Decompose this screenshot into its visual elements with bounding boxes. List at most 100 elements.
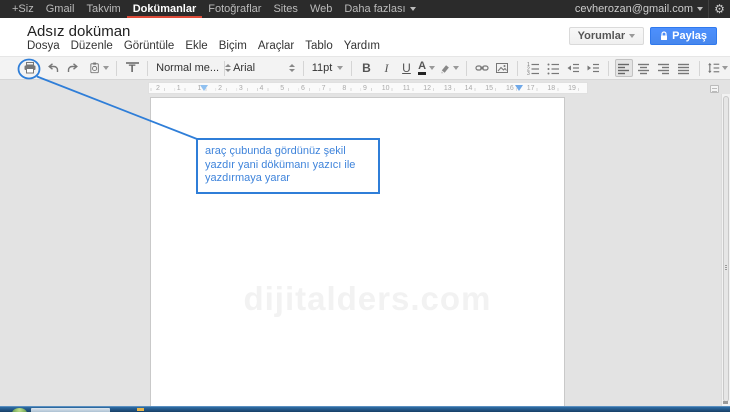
document-title[interactable]: Adsız doküman (27, 23, 130, 40)
ruler-number: 5 (278, 84, 286, 93)
watermark-text: dijitalders.com (243, 280, 491, 318)
ruler-number: 13 (442, 84, 454, 93)
topnav-item-foto-raflar[interactable]: Fotoğraflar (202, 0, 267, 18)
justify-button[interactable] (675, 59, 693, 77)
numbered-list-icon: 123 (526, 61, 540, 75)
insert-image-button[interactable] (493, 59, 511, 77)
vertical-scrollbar[interactable] (721, 94, 730, 406)
text-color-icon: A (418, 62, 426, 75)
taskbar-folder-icon[interactable] (137, 408, 144, 411)
ruler-number: 6 (299, 84, 307, 93)
comments-button[interactable]: Yorumlar (569, 27, 644, 45)
italic-button[interactable]: I (377, 59, 395, 77)
topnav-item-sites[interactable]: Sites (267, 0, 303, 18)
text-color-button[interactable]: A (417, 59, 435, 77)
topnav-item-dok-manlar[interactable]: Dokümanlar (127, 0, 203, 18)
font-size-dropdown[interactable]: 11pt (309, 59, 346, 77)
account-email[interactable]: cevherozan@gmail.com (575, 3, 708, 15)
bold-button[interactable]: B (357, 59, 375, 77)
align-left-button[interactable] (615, 59, 633, 77)
bulleted-list-button[interactable] (544, 59, 562, 77)
gear-icon: ⚙ (714, 3, 725, 15)
updown-icon (289, 64, 295, 72)
ruler-number: 18 (545, 84, 557, 93)
header-buttons: Yorumlar Paylaş (569, 27, 717, 45)
paint-format-button[interactable]: T (123, 59, 141, 77)
underline-button[interactable]: U (397, 59, 415, 77)
taskbar-window-button[interactable] (31, 408, 110, 412)
menu-ekle[interactable]: Ekle (185, 40, 207, 52)
web-clipboard-icon (88, 61, 101, 75)
chevron-down-icon (337, 66, 343, 70)
highlight-color-icon (439, 62, 451, 75)
ruler-number: 7 (320, 84, 328, 93)
ruler-number: 10 (380, 84, 392, 93)
menu-ara-lar[interactable]: Araçlar (258, 40, 294, 52)
insert-link-button[interactable] (473, 59, 491, 77)
highlight-color-button[interactable] (438, 59, 460, 77)
decrease-indent-button[interactable] (564, 59, 582, 77)
menu-bi-im[interactable]: Biçim (219, 40, 247, 52)
toolbar-separator (116, 61, 117, 76)
menu-g-r-nt-le[interactable]: Görüntüle (124, 40, 175, 52)
bold-icon: B (362, 61, 371, 75)
justify-icon (677, 62, 690, 75)
doc-header: Adsız doküman Dosya Düzenle Görüntüle Ekle B… (0, 18, 730, 56)
share-button[interactable]: Paylaş (650, 27, 717, 45)
topnav-item-gmail[interactable]: Gmail (40, 0, 81, 18)
ruler-number: 2 (216, 84, 224, 93)
horizontal-ruler: 2112345678910111213141516171819 (148, 82, 588, 94)
scrollbar-end-cap (723, 401, 728, 404)
ruler-number: 14 (463, 84, 475, 93)
chevron-down-icon (103, 66, 109, 70)
align-center-button[interactable] (635, 59, 653, 77)
topnav: +SizGmailTakvimDokümanlarFotoğraflarSite… (0, 0, 422, 18)
topnav-item-daha-fazlas-[interactable]: Daha fazlası (338, 0, 421, 18)
align-right-button[interactable] (655, 59, 673, 77)
numbered-list-button[interactable]: 123 (524, 59, 542, 77)
undo-button[interactable] (44, 59, 62, 77)
print-button[interactable] (21, 59, 39, 77)
menu-tablo[interactable]: Tablo (305, 40, 333, 52)
web-clipboard-button[interactable] (87, 59, 110, 77)
chevron-down-icon (697, 7, 703, 11)
decrease-indent-icon (566, 61, 580, 75)
line-spacing-icon (707, 61, 720, 75)
scrollbar-grip-icon (725, 265, 727, 271)
topnav-item-web[interactable]: Web (304, 0, 338, 18)
topbar-right: cevherozan@gmail.com ⚙ (575, 0, 730, 18)
paragraph-style-dropdown[interactable]: Normal me... (153, 59, 219, 77)
chevron-down-icon (453, 66, 459, 70)
menu-dosya[interactable]: Dosya (27, 40, 60, 52)
left-indent-marker[interactable] (200, 85, 208, 91)
chevron-down-icon (629, 34, 635, 38)
ruler-number: 4 (258, 84, 266, 93)
toolbar-separator (224, 61, 225, 76)
increase-indent-icon (586, 61, 600, 75)
ruler-number: 2 (154, 84, 162, 93)
underline-icon: U (402, 61, 411, 75)
settings-gear-button[interactable]: ⚙ (708, 0, 730, 18)
svg-text:3: 3 (527, 71, 530, 75)
scrollbar-thumb[interactable] (723, 96, 729, 402)
increase-indent-button[interactable] (584, 59, 602, 77)
ruler-number: 15 (483, 84, 495, 93)
comments-indicator-icon[interactable] (710, 85, 719, 93)
redo-icon (66, 61, 80, 75)
start-orb-icon[interactable] (12, 408, 27, 412)
chevron-down-icon (410, 7, 416, 11)
lock-icon (660, 31, 668, 41)
redo-button[interactable] (64, 59, 82, 77)
toolbar-separator (147, 61, 148, 76)
topnav-item-takvim[interactable]: Takvim (80, 0, 126, 18)
google-top-bar: +SizGmailTakvimDokümanlarFotoğraflarSite… (0, 0, 730, 18)
font-dropdown[interactable]: Arial (230, 59, 298, 77)
ruler-number: 9 (361, 84, 369, 93)
menu-yard-m[interactable]: Yardım (344, 40, 380, 52)
print-icon (23, 61, 37, 75)
undo-icon (46, 61, 60, 75)
menu-d-zenle[interactable]: Düzenle (71, 40, 113, 52)
line-spacing-button[interactable] (706, 59, 729, 77)
topnav-item--siz[interactable]: +Siz (6, 0, 40, 18)
right-indent-marker[interactable] (515, 85, 523, 91)
